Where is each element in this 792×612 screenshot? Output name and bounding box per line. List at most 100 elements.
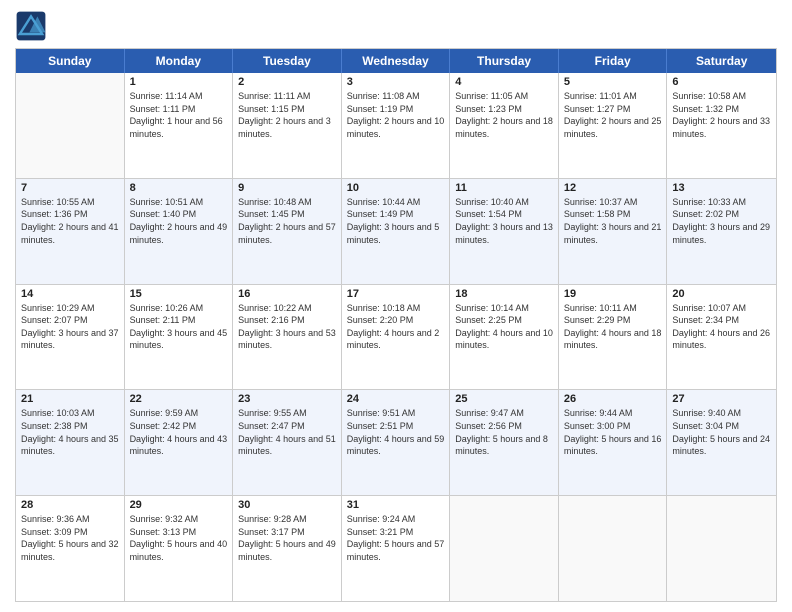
calendar-row: 28 Sunrise: 9:36 AMSunset: 3:09 PMDayligh…	[16, 496, 776, 601]
day-number: 7	[21, 182, 119, 194]
day-info: Sunrise: 10:26 AMSunset: 2:11 PMDaylight…	[130, 302, 228, 352]
calendar-cell	[16, 73, 125, 178]
day-info: Sunrise: 9:47 AMSunset: 2:56 PMDaylight:…	[455, 407, 553, 457]
day-number: 3	[347, 76, 445, 88]
day-info: Sunrise: 10:55 AMSunset: 1:36 PMDaylight…	[21, 196, 119, 246]
day-number: 23	[238, 393, 336, 405]
calendar-header-cell: Saturday	[667, 49, 776, 73]
day-info: Sunrise: 9:44 AMSunset: 3:00 PMDaylight:…	[564, 407, 662, 457]
day-number: 15	[130, 288, 228, 300]
calendar-cell: 25 Sunrise: 9:47 AMSunset: 2:56 PMDayligh…	[450, 390, 559, 495]
calendar-row: 1 Sunrise: 11:14 AMSunset: 1:11 PMDayligh…	[16, 73, 776, 179]
day-info: Sunrise: 10:18 AMSunset: 2:20 PMDaylight…	[347, 302, 445, 352]
logo-icon	[15, 10, 47, 42]
day-number: 19	[564, 288, 662, 300]
day-info: Sunrise: 11:14 AMSunset: 1:11 PMDaylight…	[130, 90, 228, 140]
calendar-cell: 11Sunrise: 10:40 AMSunset: 1:54 PMDaylig…	[450, 179, 559, 284]
day-number: 5	[564, 76, 662, 88]
day-number: 6	[672, 76, 771, 88]
calendar-cell: 12Sunrise: 10:37 AMSunset: 1:58 PMDaylig…	[559, 179, 668, 284]
day-number: 22	[130, 393, 228, 405]
calendar-cell: 31Sunrise: 9:24 AMSunset: 3:21 PMDayligh…	[342, 496, 451, 601]
day-number: 25	[455, 393, 553, 405]
day-info: Sunrise: 10:58 AMSunset: 1:32 PMDaylight…	[672, 90, 771, 140]
day-number: 2	[238, 76, 336, 88]
calendar-cell: 15 Sunrise: 10:26 AMSunset: 2:11 PMDaylig…	[125, 285, 234, 390]
calendar-cell: 18Sunrise: 10:14 AMSunset: 2:25 PMDaylig…	[450, 285, 559, 390]
calendar-cell	[559, 496, 668, 601]
day-number: 10	[347, 182, 445, 194]
calendar-cell: 16 Sunrise: 10:22 AMSunset: 2:16 PMDaylig…	[233, 285, 342, 390]
calendar-cell: 20 Sunrise: 10:07 AMSunset: 2:34 PMDaylig…	[667, 285, 776, 390]
calendar-header-cell: Tuesday	[233, 49, 342, 73]
calendar-header-row: SundayMondayTuesdayWednesdayThursdayFrid…	[16, 49, 776, 73]
calendar-header-cell: Wednesday	[342, 49, 451, 73]
day-info: Sunrise: 9:36 AMSunset: 3:09 PMDaylight:…	[21, 513, 119, 563]
day-number: 30	[238, 499, 336, 511]
day-info: Sunrise: 10:37 AMSunset: 1:58 PMDaylight…	[564, 196, 662, 246]
calendar-header-cell: Friday	[559, 49, 668, 73]
day-info: Sunrise: 11:05 AMSunset: 1:23 PMDaylight…	[455, 90, 553, 140]
day-number: 28	[21, 499, 119, 511]
day-number: 26	[564, 393, 662, 405]
calendar-row: 21 Sunrise: 10:03 AMSunset: 2:38 PMDaylig…	[16, 390, 776, 496]
calendar-cell: 4Sunrise: 11:05 AMSunset: 1:23 PMDayligh…	[450, 73, 559, 178]
day-number: 1	[130, 76, 228, 88]
day-number: 14	[21, 288, 119, 300]
calendar: SundayMondayTuesdayWednesdayThursdayFrid…	[15, 48, 777, 602]
calendar-header-cell: Thursday	[450, 49, 559, 73]
day-number: 20	[672, 288, 771, 300]
calendar-cell: 5 Sunrise: 11:01 AMSunset: 1:27 PMDayligh…	[559, 73, 668, 178]
calendar-cell: 14 Sunrise: 10:29 AMSunset: 2:07 PMDaylig…	[16, 285, 125, 390]
calendar-cell: 21 Sunrise: 10:03 AMSunset: 2:38 PMDaylig…	[16, 390, 125, 495]
day-number: 24	[347, 393, 445, 405]
day-info: Sunrise: 9:55 AMSunset: 2:47 PMDaylight:…	[238, 407, 336, 457]
calendar-cell: 7 Sunrise: 10:55 AMSunset: 1:36 PMDayligh…	[16, 179, 125, 284]
day-info: Sunrise: 11:01 AMSunset: 1:27 PMDaylight…	[564, 90, 662, 140]
day-info: Sunrise: 10:33 AMSunset: 2:02 PMDaylight…	[672, 196, 771, 246]
day-number: 16	[238, 288, 336, 300]
calendar-cell: 17 Sunrise: 10:18 AMSunset: 2:20 PMDaylig…	[342, 285, 451, 390]
day-info: Sunrise: 11:08 AMSunset: 1:19 PMDaylight…	[347, 90, 445, 140]
day-number: 29	[130, 499, 228, 511]
day-info: Sunrise: 10:51 AMSunset: 1:40 PMDaylight…	[130, 196, 228, 246]
calendar-cell: 9Sunrise: 10:48 AMSunset: 1:45 PMDayligh…	[233, 179, 342, 284]
calendar-cell: 19 Sunrise: 10:11 AMSunset: 2:29 PMDaylig…	[559, 285, 668, 390]
day-number: 21	[21, 393, 119, 405]
day-number: 17	[347, 288, 445, 300]
calendar-cell: 24Sunrise: 9:51 AMSunset: 2:51 PMDayligh…	[342, 390, 451, 495]
day-info: Sunrise: 10:29 AMSunset: 2:07 PMDaylight…	[21, 302, 119, 352]
day-info: Sunrise: 10:44 AMSunset: 1:49 PMDaylight…	[347, 196, 445, 246]
calendar-cell: 22 Sunrise: 9:59 AMSunset: 2:42 PMDayligh…	[125, 390, 234, 495]
calendar-cell: 8 Sunrise: 10:51 AMSunset: 1:40 PMDayligh…	[125, 179, 234, 284]
calendar-cell: 28 Sunrise: 9:36 AMSunset: 3:09 PMDayligh…	[16, 496, 125, 601]
day-info: Sunrise: 10:22 AMSunset: 2:16 PMDaylight…	[238, 302, 336, 352]
calendar-cell	[667, 496, 776, 601]
day-info: Sunrise: 9:24 AMSunset: 3:21 PMDaylight:…	[347, 513, 445, 563]
day-number: 8	[130, 182, 228, 194]
day-number: 13	[672, 182, 771, 194]
day-info: Sunrise: 9:32 AMSunset: 3:13 PMDaylight:…	[130, 513, 228, 563]
calendar-header-cell: Sunday	[16, 49, 125, 73]
calendar-row: 14 Sunrise: 10:29 AMSunset: 2:07 PMDaylig…	[16, 285, 776, 391]
day-info: Sunrise: 10:14 AMSunset: 2:25 PMDaylight…	[455, 302, 553, 352]
day-info: Sunrise: 9:40 AMSunset: 3:04 PMDaylight:…	[672, 407, 771, 457]
day-info: Sunrise: 9:59 AMSunset: 2:42 PMDaylight:…	[130, 407, 228, 457]
calendar-cell: 27Sunrise: 9:40 AMSunset: 3:04 PMDayligh…	[667, 390, 776, 495]
day-info: Sunrise: 10:40 AMSunset: 1:54 PMDaylight…	[455, 196, 553, 246]
calendar-cell	[450, 496, 559, 601]
calendar-header-cell: Monday	[125, 49, 234, 73]
day-info: Sunrise: 10:11 AMSunset: 2:29 PMDaylight…	[564, 302, 662, 352]
day-info: Sunrise: 11:11 AMSunset: 1:15 PMDaylight…	[238, 90, 336, 140]
calendar-cell: 29 Sunrise: 9:32 AMSunset: 3:13 PMDayligh…	[125, 496, 234, 601]
calendar-cell: 23 Sunrise: 9:55 AMSunset: 2:47 PMDayligh…	[233, 390, 342, 495]
calendar-body: 1 Sunrise: 11:14 AMSunset: 1:11 PMDayligh…	[16, 73, 776, 601]
day-number: 9	[238, 182, 336, 194]
calendar-row: 7 Sunrise: 10:55 AMSunset: 1:36 PMDayligh…	[16, 179, 776, 285]
calendar-cell: 30Sunrise: 9:28 AMSunset: 3:17 PMDayligh…	[233, 496, 342, 601]
calendar-cell: 10 Sunrise: 10:44 AMSunset: 1:49 PMDaylig…	[342, 179, 451, 284]
day-info: Sunrise: 10:07 AMSunset: 2:34 PMDaylight…	[672, 302, 771, 352]
calendar-cell: 6 Sunrise: 10:58 AMSunset: 1:32 PMDayligh…	[667, 73, 776, 178]
calendar-cell: 2 Sunrise: 11:11 AMSunset: 1:15 PMDayligh…	[233, 73, 342, 178]
day-info: Sunrise: 10:03 AMSunset: 2:38 PMDaylight…	[21, 407, 119, 457]
